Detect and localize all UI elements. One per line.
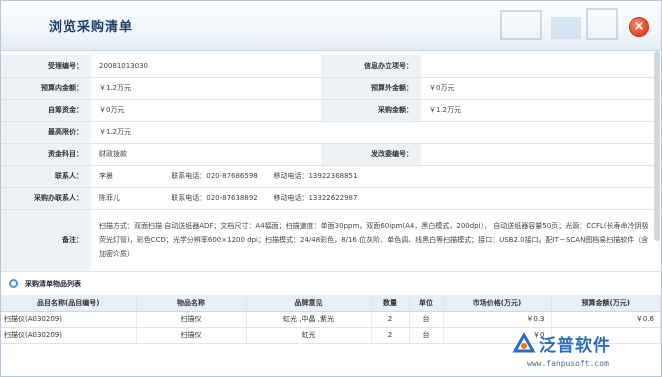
- cell-category: 扫描仪(A030209): [1, 311, 137, 328]
- purchase-info-table: 受理编号： 20081013030 信息办立项号： 预算内金额： ￥1.2万元 …: [1, 55, 661, 272]
- fund-item-value: 财政拨款: [91, 143, 321, 166]
- self-fund-value: ￥0万元: [91, 99, 321, 122]
- cell-qty: 2: [371, 327, 410, 344]
- items-section-header: 采购清单物品列表: [1, 273, 661, 295]
- header-decoration-icon: [500, 8, 618, 40]
- handler-phone: 联系电话：020-87638892: [171, 194, 258, 202]
- max-price-value: ￥1.2万元: [91, 121, 661, 144]
- budget-out-label: 预算外金额：: [321, 77, 421, 100]
- handler-value: 陈菲儿 联系电话：020-87638892 移动电话：13322622987: [91, 187, 661, 210]
- col-header-category: 品目名称(品目编号): [1, 295, 137, 312]
- max-price-label: 最高限价：: [1, 121, 91, 144]
- close-button[interactable]: ×: [629, 17, 649, 37]
- items-header-row: 品目名称(品目编号) 物品名称 品牌意见 数量 单位 市场价格(万元) 预算金额…: [1, 295, 661, 312]
- change-no-label: 发改委编号：: [321, 143, 421, 166]
- notes-label: 备注：: [1, 209, 91, 272]
- cell-brand: 虹光: [246, 327, 372, 344]
- cell-budget: ￥0.6: [551, 311, 661, 328]
- change-no-value: [421, 143, 661, 166]
- cell-market-price: ￥0.3: [443, 311, 552, 328]
- col-header-qty: 数量: [371, 295, 410, 312]
- watermark-name: 泛普软件: [539, 336, 611, 356]
- table-row: 扫描仪(A030209) 扫描仪 虹光 ,中晶 ,紫光 2 台 ￥0.3 ￥0.…: [1, 311, 661, 328]
- col-header-item: 物品名称: [136, 295, 247, 312]
- info-row: 最高限价： ￥1.2万元: [1, 121, 661, 144]
- handler-name: 陈菲儿: [99, 194, 120, 202]
- fanpu-logo-icon: [512, 331, 536, 353]
- info-row: 采购办联系人： 陈菲儿 联系电话：020-87638892 移动电话：13322…: [1, 187, 661, 210]
- cell-unit: 台: [409, 327, 444, 344]
- items-section-title: 采购清单物品列表: [25, 280, 81, 288]
- col-header-budget: 预算金额(万元): [551, 295, 661, 312]
- handler-mobile: 移动电话：13322622987: [273, 194, 358, 202]
- section-bullet-icon: [9, 279, 18, 288]
- watermark-url: www.fanpusoft.com: [527, 359, 609, 368]
- budget-in-value: ￥1.2万元: [91, 77, 321, 100]
- cell-unit: 台: [409, 311, 444, 328]
- item-name-link[interactable]: 扫描仪: [136, 311, 247, 328]
- info-row: 备注： 扫描方式：双面扫描 自动送纸器ADF；文档尺寸：A4幅面；扫描速度：单面…: [1, 209, 661, 272]
- info-row: 联系人： 李晨 联系电话：020-87686598 移动电话：139223688…: [1, 165, 661, 188]
- col-header-brand: 品牌意见: [246, 295, 372, 312]
- budget-in-label: 预算内金额：: [1, 77, 91, 100]
- cell-qty: 2: [371, 311, 410, 328]
- dialog-title: 浏览采购清单: [49, 20, 134, 35]
- info-row: 受理编号： 20081013030 信息办立项号：: [1, 55, 661, 78]
- contact-name: 李晨: [99, 172, 113, 180]
- contact-mobile: 移动电话：13922368851: [273, 172, 358, 180]
- cell-brand: 虹光 ,中晶 ,紫光: [246, 311, 372, 328]
- item-name-link[interactable]: 扫描仪: [136, 327, 247, 344]
- handler-label: 采购办联系人：: [1, 187, 91, 210]
- credit-no-label: 信息办立项号：: [321, 55, 421, 78]
- purchase-amount-value: ￥1.2万元: [421, 99, 661, 122]
- dialog-header: 浏览采购清单 ×: [1, 1, 661, 51]
- budget-out-value: ￥0万元: [421, 77, 661, 100]
- order-no-label: 受理编号：: [1, 55, 91, 78]
- contact-label: 联系人：: [1, 165, 91, 188]
- order-no-value: 20081013030: [91, 55, 321, 78]
- fund-item-label: 资金科目：: [1, 143, 91, 166]
- purchase-amount-label: 采购金额：: [321, 99, 421, 122]
- cell-category: 扫描仪(A030209): [1, 327, 137, 344]
- watermark: 泛普软件 www.fanpusoft.com: [503, 329, 653, 373]
- col-header-unit: 单位: [409, 295, 444, 312]
- self-fund-label: 自筹资金：: [1, 99, 91, 122]
- info-row: 资金科目： 财政拨款 发改委编号：: [1, 143, 661, 166]
- purchase-list-dialog: 浏览采购清单 × 受理编号： 20081013030 信息办立项号： 预算内金额…: [0, 0, 662, 377]
- credit-no-value: [421, 55, 661, 78]
- contact-value: 李晨 联系电话：020-87686598 移动电话：13922368851: [91, 165, 661, 188]
- info-row: 预算内金额： ￥1.2万元 预算外金额： ￥0万元: [1, 77, 661, 100]
- contact-phone: 联系电话：020-87686598: [171, 172, 258, 180]
- vertical-scrollbar[interactable]: [654, 51, 660, 241]
- col-header-market-price: 市场价格(万元): [443, 295, 552, 312]
- notes-value: 扫描方式：双面扫描 自动送纸器ADF；文档尺寸：A4幅面；扫描速度：单面30pp…: [91, 209, 661, 272]
- info-row: 自筹资金： ￥0万元 采购金额： ￥1.2万元: [1, 99, 661, 122]
